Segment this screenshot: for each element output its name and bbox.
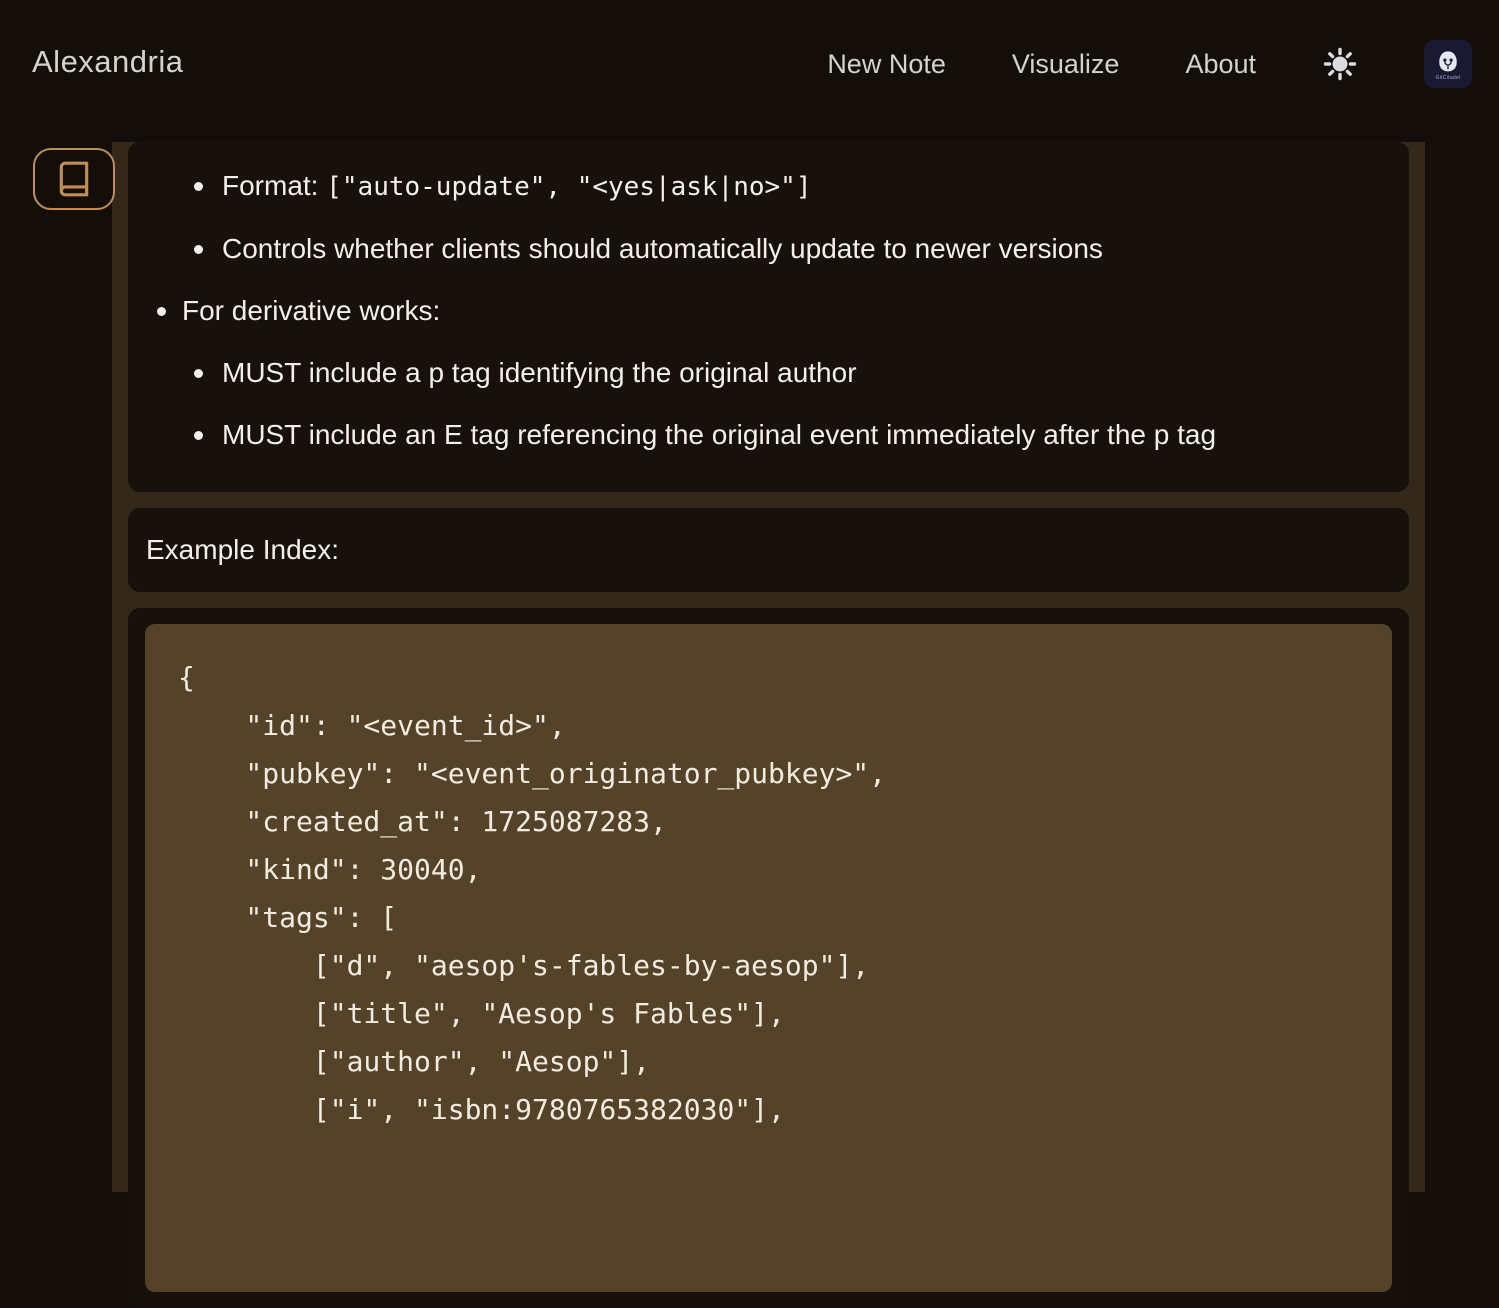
rules-bullet-item: MUST include an E tag referencing the or… — [128, 415, 1409, 455]
nav-about[interactable]: About — [1185, 49, 1256, 80]
content-panel: Format: ["auto-update", "<yes|ask|no>"] C… — [112, 142, 1425, 1192]
nav-visualize[interactable]: Visualize — [1012, 49, 1120, 80]
bullet-dot — [194, 369, 203, 378]
rules-bullet-item: For derivative works: — [128, 291, 1409, 331]
rules-bullet-item: Format: ["auto-update", "<yes|ask|no>"] — [128, 166, 1409, 207]
rules-card: Format: ["auto-update", "<yes|ask|no>"] C… — [128, 142, 1409, 492]
bullet-dot — [194, 245, 203, 254]
bullet-text: Format: ["auto-update", "<yes|ask|no>"] — [222, 166, 812, 207]
book-icon — [55, 160, 93, 198]
toc-book-button[interactable] — [33, 148, 115, 210]
rules-bullet-list: Format: ["auto-update", "<yes|ask|no>"] C… — [128, 166, 1409, 455]
bullet-text: MUST include a p tag identifying the ori… — [222, 353, 857, 393]
example-index-label: Example Index: — [146, 534, 339, 566]
gitcitadel-logo-label: GitCitadel — [1436, 75, 1461, 81]
bullet-dot — [157, 307, 166, 316]
bullet-text: For derivative works: — [182, 291, 440, 331]
json-code-block: { "id": "<event_id>", "pubkey": "<event_… — [145, 624, 1392, 1292]
bullet-text: MUST include an E tag referencing the or… — [222, 415, 1216, 455]
rules-bullet-item: Controls whether clients should automati… — [128, 229, 1409, 269]
main-nav: New Note Visualize About — [827, 0, 1472, 128]
app-title: Alexandria — [32, 44, 183, 80]
bullet-text: Controls whether clients should automati… — [222, 229, 1103, 269]
gitcitadel-logo[interactable]: GitCitadel — [1424, 40, 1472, 88]
json-code-text: { "id": "<event_id>", "pubkey": "<event_… — [178, 654, 1372, 1134]
inline-code: ["auto-update", "<yes|ask|no>"] — [326, 172, 811, 202]
sun-icon — [1322, 46, 1358, 82]
bullet-dot — [194, 431, 203, 440]
example-code-card: { "id": "<event_id>", "pubkey": "<event_… — [128, 608, 1409, 1308]
nav-new-note[interactable]: New Note — [827, 49, 946, 80]
gitcitadel-mascot-icon — [1433, 47, 1463, 77]
app-header: Alexandria New Note Visualize About — [0, 0, 1499, 142]
bullet-dot — [194, 182, 203, 191]
theme-toggle-button[interactable] — [1322, 46, 1358, 82]
example-label-card: Example Index: — [128, 508, 1409, 592]
rules-bullet-item: MUST include a p tag identifying the ori… — [128, 353, 1409, 393]
